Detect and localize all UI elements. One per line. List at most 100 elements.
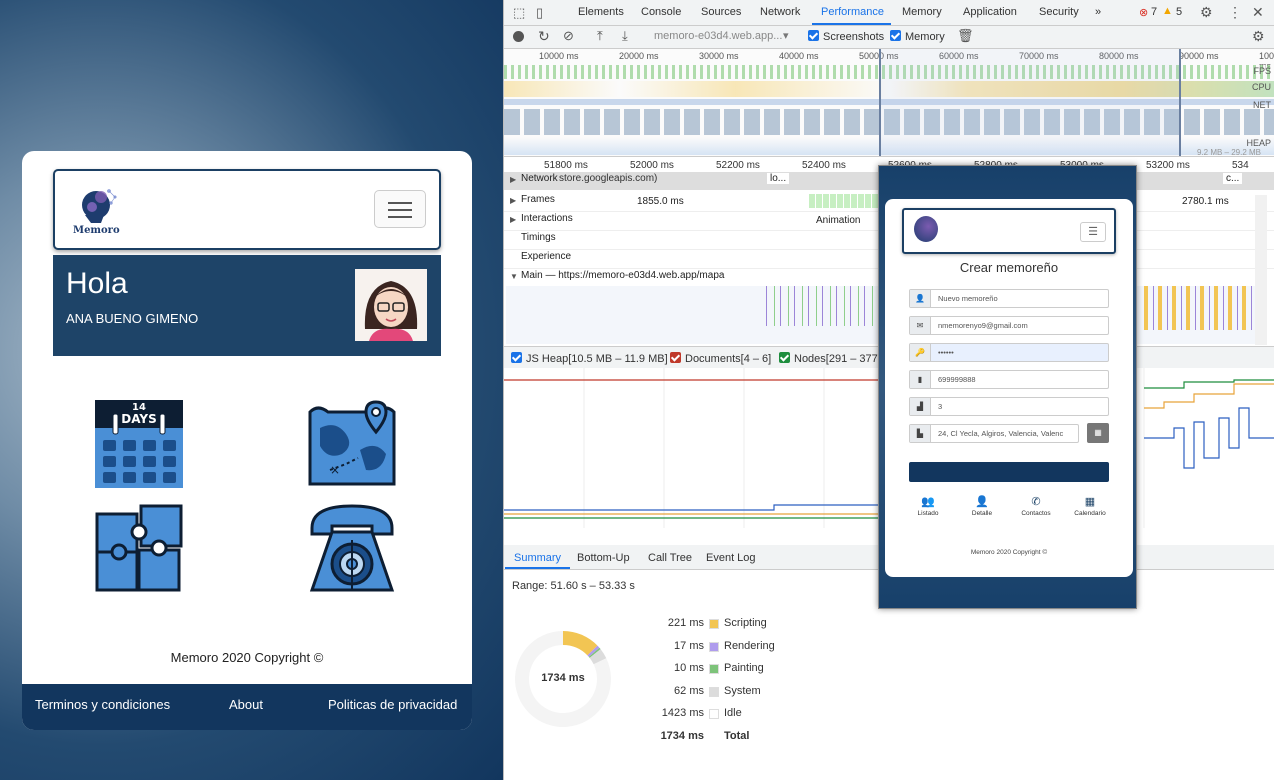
tab-sources[interactable]: Sources [701, 6, 741, 18]
avatar[interactable] [355, 269, 427, 341]
summary-swatch [709, 641, 719, 652]
users-icon: 👥 [921, 496, 935, 508]
field-value: nmemorenyo9@gmail.com [938, 321, 1028, 330]
heap-range: 9.2 MB – 29.2 MB [1196, 148, 1261, 157]
selection-window[interactable] [879, 49, 1181, 156]
expand-icon[interactable]: ▶ [510, 196, 516, 205]
record-icon[interactable] [513, 31, 524, 42]
tab-security[interactable]: Security [1039, 6, 1079, 18]
recording-select[interactable]: memoro-e03d4.web.app... [654, 30, 782, 42]
tab-application[interactable]: Application [963, 6, 1017, 18]
summary-swatch [709, 686, 719, 697]
screenshots-checkbox[interactable]: Screenshots [808, 30, 884, 43]
password-field: 🔑 •••••• [909, 343, 1109, 362]
capture-settings-icon[interactable]: ⚙ [1252, 28, 1265, 45]
expand-icon[interactable]: ▶ [510, 175, 516, 184]
expand-icon[interactable]: ▶ [510, 215, 516, 224]
chevron-down-icon[interactable]: ▾ [783, 29, 789, 42]
overview-tick: 90000 ms [1179, 51, 1219, 61]
memory-checkbox[interactable]: Memory [890, 30, 945, 43]
inspect-element-icon[interactable]: ⬚ [513, 5, 525, 21]
close-icon[interactable]: ✕ [1252, 4, 1264, 21]
timeline-overview[interactable]: 10000 ms 20000 ms 30000 ms 40000 ms 50000 ms… [504, 49, 1274, 157]
footer-link-about[interactable]: About [229, 697, 263, 712]
tab-bottom-up[interactable]: Bottom-Up [577, 552, 630, 564]
performance-toolbar: ↻ ⊘ ⤒ ⤓ memoro-e03d4.web.app... ▾ Screen… [504, 26, 1274, 49]
scrollbar[interactable] [1255, 195, 1267, 345]
menu-toggle-button[interactable] [374, 190, 426, 228]
upload-icon[interactable]: ⤒ [597, 28, 603, 44]
key-icon: 🔑 [910, 344, 931, 361]
phone-icon[interactable] [306, 502, 398, 594]
field-value: 699999888 [938, 375, 976, 384]
documents-counter-label: Documents[4 – 6] [685, 353, 772, 365]
svg-text:×: × [330, 463, 340, 477]
tab-event-log[interactable]: Event Log [706, 552, 756, 564]
map-icon[interactable]: × [306, 398, 398, 490]
collapse-icon[interactable]: ▼ [510, 272, 518, 281]
preview-copyright: Memoro 2020 Copyright © [970, 549, 1048, 556]
tab-network[interactable]: Network [760, 6, 800, 18]
footer-copyright: Memoro 2020 Copyright © [170, 650, 324, 665]
summary-ms: 10 ms [674, 662, 704, 675]
active-tab-indicator [505, 567, 570, 569]
tab-summary[interactable]: Summary [514, 552, 561, 564]
name-field: 👤 Nuevo memoreño [909, 289, 1109, 308]
logo-wordmark: Memoro [73, 225, 120, 236]
footer-link-privacy[interactable]: Politicas de privacidad [328, 697, 457, 712]
memoro-logo[interactable]: Memoro [71, 183, 123, 237]
detail-tick: 52000 ms [630, 160, 674, 171]
calendar-icon[interactable]: 14 DAYS [93, 398, 185, 490]
nodes-counter[interactable]: Nodes[291 – 377 [779, 352, 878, 365]
summary-swatch [709, 619, 719, 629]
tab-performance[interactable]: Performance [821, 6, 884, 18]
tab-memory[interactable]: Memory [902, 6, 942, 18]
more-tabs-button[interactable]: » [1095, 6, 1101, 18]
submit-button [909, 462, 1109, 482]
tab-call-tree[interactable]: Call Tree [648, 552, 692, 564]
checkbox-icon [670, 352, 681, 363]
kebab-menu-icon[interactable]: ⋮ [1228, 4, 1242, 21]
summary-swatch [709, 664, 719, 675]
summary-name: System [724, 684, 761, 697]
summary-ms: 1423 ms [661, 707, 704, 720]
tab-console[interactable]: Console [641, 6, 681, 18]
device-toolbar-icon[interactable]: ▯ [536, 5, 543, 21]
active-tab-indicator [812, 23, 891, 25]
settings-icon[interactable]: ⚙ [1200, 4, 1213, 21]
heap-counter[interactable]: JS Heap[10.5 MB – 11.9 MB] [511, 352, 668, 365]
clear-icon[interactable]: ⊘ [563, 28, 574, 44]
experience-label: Experience [521, 251, 572, 262]
overview-tick: 10000 ms [539, 51, 579, 61]
trash-icon[interactable]: 🗑 [957, 28, 974, 44]
download-icon[interactable]: ⤓ [622, 28, 628, 44]
range-text: Range: 51.60 s – 53.33 s [512, 580, 635, 592]
documents-counter[interactable]: Documents[4 – 6] [670, 352, 771, 365]
field-value: 3 [938, 402, 943, 411]
memory-label: Memory [905, 31, 945, 43]
overview-tick: 40000 ms [779, 51, 819, 61]
warning-icon[interactable]: ▲ [1162, 5, 1173, 17]
summary-name: Painting [724, 662, 764, 675]
timings-label: Timings [521, 232, 556, 243]
warning-count: 5 [1176, 6, 1183, 18]
nav-listado: 👥 Listado [906, 495, 950, 517]
reload-icon[interactable]: ↻ [538, 28, 550, 45]
flame-events [766, 286, 886, 326]
user-icon: 👤 [975, 496, 989, 508]
preview-logo [914, 216, 938, 242]
summary-ms: 17 ms [674, 639, 704, 652]
network-item: store.googleapis.com) [559, 173, 658, 184]
detail-tick: 52200 ms [716, 160, 760, 171]
address-field: ▙ 24, Cl Yecla, Algiros, Valencia, Valenc [909, 424, 1079, 443]
footer-link-terms[interactable]: Terminos y condiciones [35, 697, 170, 712]
main-thread-label: Main — https://memoro-e03d4.web.app/mapa [521, 270, 725, 281]
interactions-label: Interactions [521, 213, 573, 224]
tab-elements[interactable]: Elements [578, 6, 624, 18]
nav-label: Listado [917, 510, 939, 517]
error-icon[interactable]: ⊗ [1139, 6, 1148, 19]
field-value: •••••• [938, 348, 954, 357]
welcome-panel: Hola ANA BUENO GIMENO [53, 255, 441, 356]
puzzle-icon[interactable] [93, 502, 185, 594]
field-value: Nuevo memoreño [938, 294, 998, 303]
